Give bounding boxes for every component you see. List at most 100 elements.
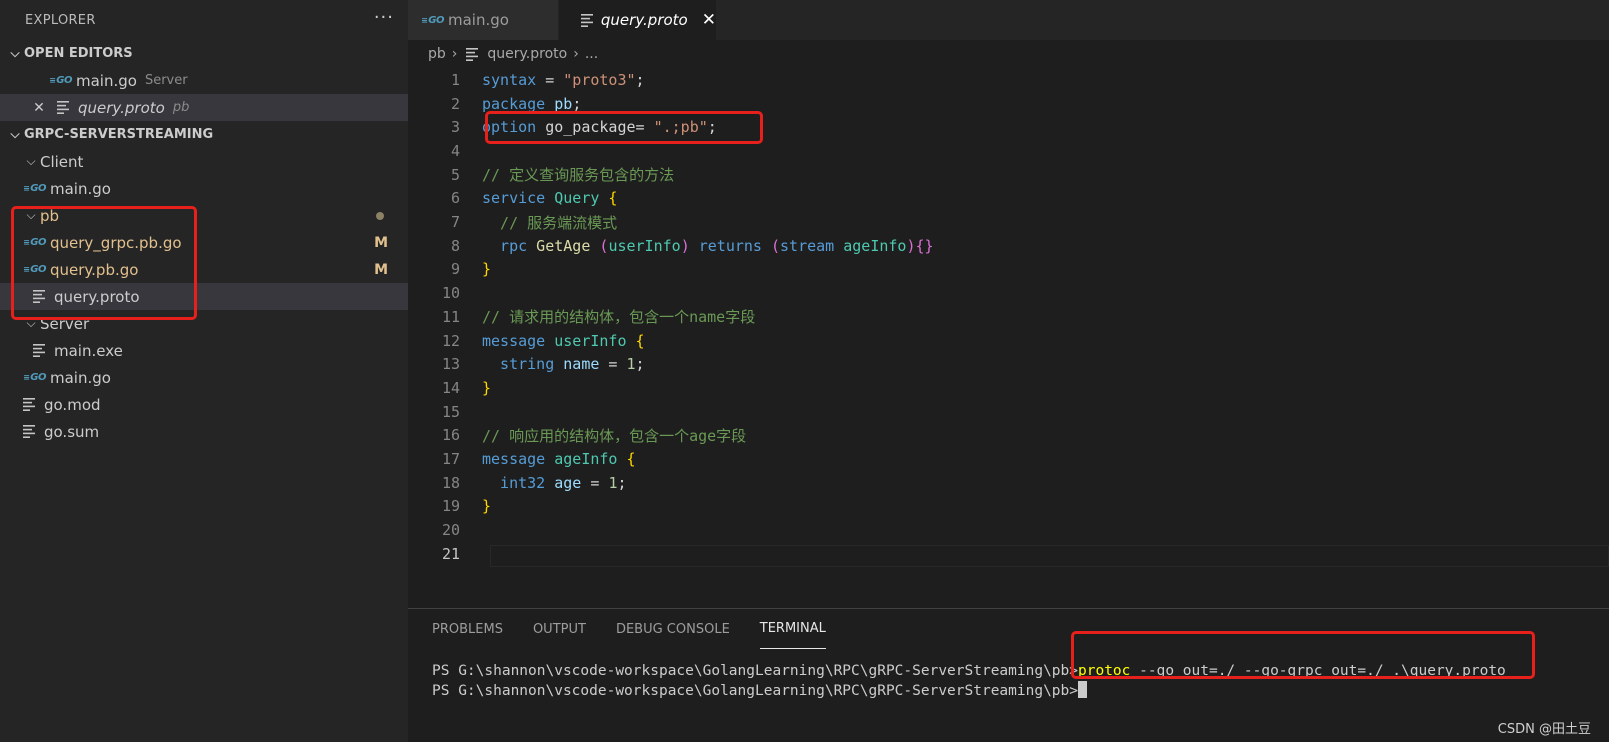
comment: // 服务端流模式	[482, 213, 618, 232]
code-line: 10	[408, 281, 482, 305]
code-line: 13 string name = 1;	[408, 352, 645, 376]
file-go-mod[interactable]: go.mod	[0, 391, 408, 418]
comment: // 定义查询服务包含的方法	[482, 166, 675, 185]
file-server-main-exe[interactable]: main.exe	[0, 337, 408, 364]
file-go-sum[interactable]: go.sum	[0, 418, 408, 445]
go-file-icon: GO	[24, 372, 46, 383]
token: )	[680, 236, 690, 255]
open-editor-desc: pb	[172, 100, 190, 115]
tab-label: query.proto	[600, 11, 688, 29]
line-number: 4	[450, 141, 460, 160]
bottom-panel: PROBLEMS OUTPUT DEBUG CONSOLE TERMINAL P…	[408, 608, 1609, 742]
code-editor[interactable]: 1 syntax = "proto3"; 2 package pb; 3 opt…	[408, 68, 1609, 608]
mod-file-icon	[20, 397, 38, 413]
tab-main-go[interactable]: GO main.go	[408, 0, 558, 40]
line-number: 15	[441, 402, 460, 421]
folder-name: Client	[40, 152, 84, 171]
line-number: 18	[441, 473, 460, 492]
file-name: query.pb.go	[50, 260, 139, 279]
file-server-main-go[interactable]: GO main.go	[0, 364, 408, 391]
close-icon[interactable]: ✕	[702, 10, 716, 30]
folder-pb[interactable]: ⌵ pb	[0, 202, 408, 229]
open-editor-main-go[interactable]: GO main.go Server	[0, 67, 408, 94]
project-label: GRPC-SERVERSTREAMING	[24, 127, 214, 142]
open-editor-name: main.go	[76, 71, 137, 90]
token: ;	[635, 355, 645, 374]
go-file-icon: GO	[24, 264, 46, 275]
terminal-output[interactable]: PS G:\shannon\vscode-workspace\GolangLea…	[432, 661, 1506, 701]
line-number: 10	[441, 284, 460, 303]
line-number: 9	[450, 260, 460, 279]
code-line: 4	[408, 139, 482, 163]
go-file-icon: GO	[50, 75, 72, 86]
line-number: 7	[450, 213, 460, 232]
token: returns	[689, 236, 762, 255]
token: age	[545, 473, 582, 492]
token: "proto3"	[563, 70, 636, 89]
chevron-down-icon: ⌵	[10, 46, 20, 60]
token: ;	[572, 94, 582, 113]
modified-dot-icon	[376, 211, 384, 220]
tab-problems[interactable]: PROBLEMS	[432, 609, 503, 649]
token: {}	[915, 236, 934, 255]
breadcrumb-more[interactable]: ...	[585, 46, 598, 62]
code-line: 5 // 定义查询服务包含的方法	[408, 163, 674, 187]
token: stream	[780, 236, 835, 255]
open-editor-desc: Server	[144, 73, 188, 88]
breadcrumb-file[interactable]: query.proto	[487, 46, 567, 62]
comment: // 请求用的结构体，包含一个name字段	[482, 308, 756, 327]
line-number: 11	[441, 307, 460, 326]
token: }	[482, 497, 492, 516]
tab-debug-console[interactable]: DEBUG CONSOLE	[616, 609, 730, 649]
terminal-cursor	[1078, 681, 1088, 698]
open-editor-query-proto[interactable]: ✕ query.proto pb	[0, 94, 408, 121]
token: (	[590, 236, 609, 255]
project-section[interactable]: ⌵ GRPC-SERVERSTREAMING	[0, 121, 408, 148]
token: GetAge	[527, 236, 591, 255]
token: ".;pb"	[653, 118, 708, 137]
tab-query-proto[interactable]: query.proto ✕	[559, 0, 716, 40]
file-name: go.mod	[44, 395, 101, 414]
proto-file-icon	[463, 46, 481, 62]
line-number: 14	[441, 378, 460, 397]
more-actions-icon[interactable]: ···	[374, 7, 394, 28]
folder-client[interactable]: ⌵ Client	[0, 148, 408, 175]
line-number: 19	[441, 497, 460, 516]
open-editors-section[interactable]: ⌵ OPEN EDITORS	[0, 40, 408, 67]
code-line: 11 // 请求用的结构体，包含一个name字段	[408, 305, 755, 329]
line-number: 12	[441, 331, 460, 350]
line-number: 2	[450, 94, 460, 113]
current-line-highlight	[490, 545, 1609, 567]
folder-server[interactable]: ⌵ Server	[0, 310, 408, 337]
code-line: 1 syntax = "proto3";	[408, 68, 645, 92]
file-query-proto[interactable]: query.proto	[0, 283, 408, 310]
code-line: 2 package pb;	[408, 92, 581, 116]
breadcrumb-folder[interactable]: pb	[428, 46, 446, 62]
line-number: 17	[441, 450, 460, 469]
token: service	[482, 189, 546, 208]
tab-terminal[interactable]: TERMINAL	[759, 609, 826, 649]
close-icon[interactable]: ✕	[30, 100, 48, 116]
line-number: 21	[441, 544, 460, 563]
file-query-grpc-pb-go[interactable]: GO query_grpc.pb.go M	[0, 229, 408, 256]
comment: // 响应用的结构体，包含一个age字段	[482, 426, 747, 445]
modified-badge: M	[374, 261, 388, 278]
explorer-header: EXPLORER ···	[0, 0, 408, 40]
vscode-window: EXPLORER ··· ⌵ OPEN EDITORS GO main.go S…	[0, 0, 1609, 742]
proto-file-icon	[30, 289, 48, 305]
file-client-main-go[interactable]: GO main.go	[0, 175, 408, 202]
tab-label: main.go	[448, 11, 509, 29]
token: =	[599, 355, 627, 374]
line-number: 20	[441, 521, 460, 540]
chevron-right-icon: ›	[451, 46, 458, 62]
tab-output[interactable]: OUTPUT	[533, 609, 586, 649]
token: int32	[482, 473, 546, 492]
token: }	[482, 378, 492, 397]
chevron-down-icon: ⌵	[26, 208, 36, 222]
token: =	[536, 70, 564, 89]
token: userInfo	[608, 236, 681, 255]
line-number: 13	[441, 355, 460, 374]
terminal-prompt: PS G:\shannon\vscode-workspace\GolangLea…	[432, 663, 1079, 679]
chevron-right-icon: ›	[573, 46, 579, 62]
file-query-pb-go[interactable]: GO query.pb.go M	[0, 256, 408, 283]
